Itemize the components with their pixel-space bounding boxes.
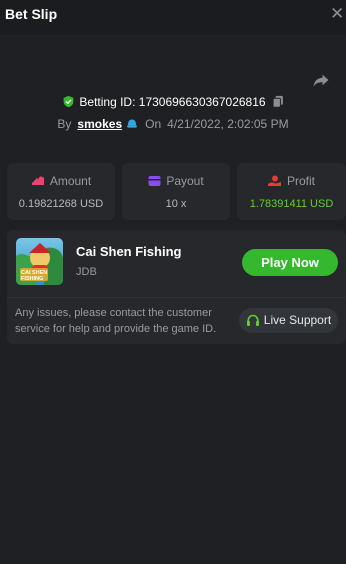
- payout-value: 10 x: [165, 198, 187, 210]
- game-name[interactable]: Cai Shen Fishing: [76, 244, 181, 259]
- coins-icon: [31, 176, 44, 185]
- live-support-button[interactable]: Live Support: [239, 308, 338, 333]
- game-thumbnail[interactable]: CAI SHEN FISHING: [16, 238, 63, 285]
- profit-label: Profit: [286, 174, 315, 188]
- profit-value: 1.78391411 USD: [249, 198, 334, 210]
- game-provider: JDB: [76, 266, 97, 278]
- amount-stat: Amount 0.19821268 USD: [7, 163, 115, 220]
- betting-id-row: Betting ID: 1730696630367026816: [0, 95, 346, 109]
- by-label: By: [57, 117, 72, 131]
- amount-label-row: Amount: [7, 174, 115, 188]
- close-icon[interactable]: ✕: [330, 4, 344, 24]
- payout-label: Payout: [166, 174, 204, 188]
- divider: [7, 297, 346, 298]
- shield-check-icon: [64, 95, 74, 108]
- live-support-label: Live Support: [263, 313, 332, 327]
- support-notice: Any issues, please contact the customer …: [15, 307, 217, 335]
- page-title: Bet Slip: [5, 6, 58, 22]
- game-card: CAI SHEN FISHING Cai Shen Fishing JDB Pl…: [7, 230, 346, 344]
- game-thumbnail-image: CAI SHEN FISHING: [16, 238, 63, 285]
- payout-label-row: Payout: [122, 174, 230, 188]
- amount-value: 0.19821268 USD: [18, 198, 104, 210]
- thumbnail-logo-line-2: FISHING: [21, 276, 43, 282]
- on-label: On: [145, 117, 162, 131]
- copy-icon[interactable]: [272, 95, 284, 108]
- wallet-icon: [148, 176, 161, 186]
- payout-stat: Payout 10 x: [122, 163, 230, 220]
- money-hand-icon: [267, 175, 281, 186]
- incognito-icon: [127, 119, 137, 128]
- bet-stats: Amount 0.19821268 USD Payout 10 x Profit…: [7, 163, 346, 220]
- share-icon[interactable]: [312, 71, 330, 89]
- username-link[interactable]: smokes: [77, 117, 122, 131]
- amount-label: Amount: [49, 174, 92, 188]
- headset-icon: [246, 314, 259, 326]
- profit-label-row: Profit: [237, 174, 346, 188]
- betting-id: Betting ID: 1730696630367026816: [79, 95, 266, 109]
- play-now-button[interactable]: Play Now: [242, 249, 338, 276]
- bet-datetime: 4/21/2022, 2:02:05 PM: [167, 117, 289, 131]
- bet-author-row: By smokes On 4/21/2022, 2:02:05 PM: [0, 117, 346, 131]
- bet-slip-header: Bet Slip ✕: [0, 0, 346, 35]
- profit-stat: Profit 1.78391411 USD: [237, 163, 346, 220]
